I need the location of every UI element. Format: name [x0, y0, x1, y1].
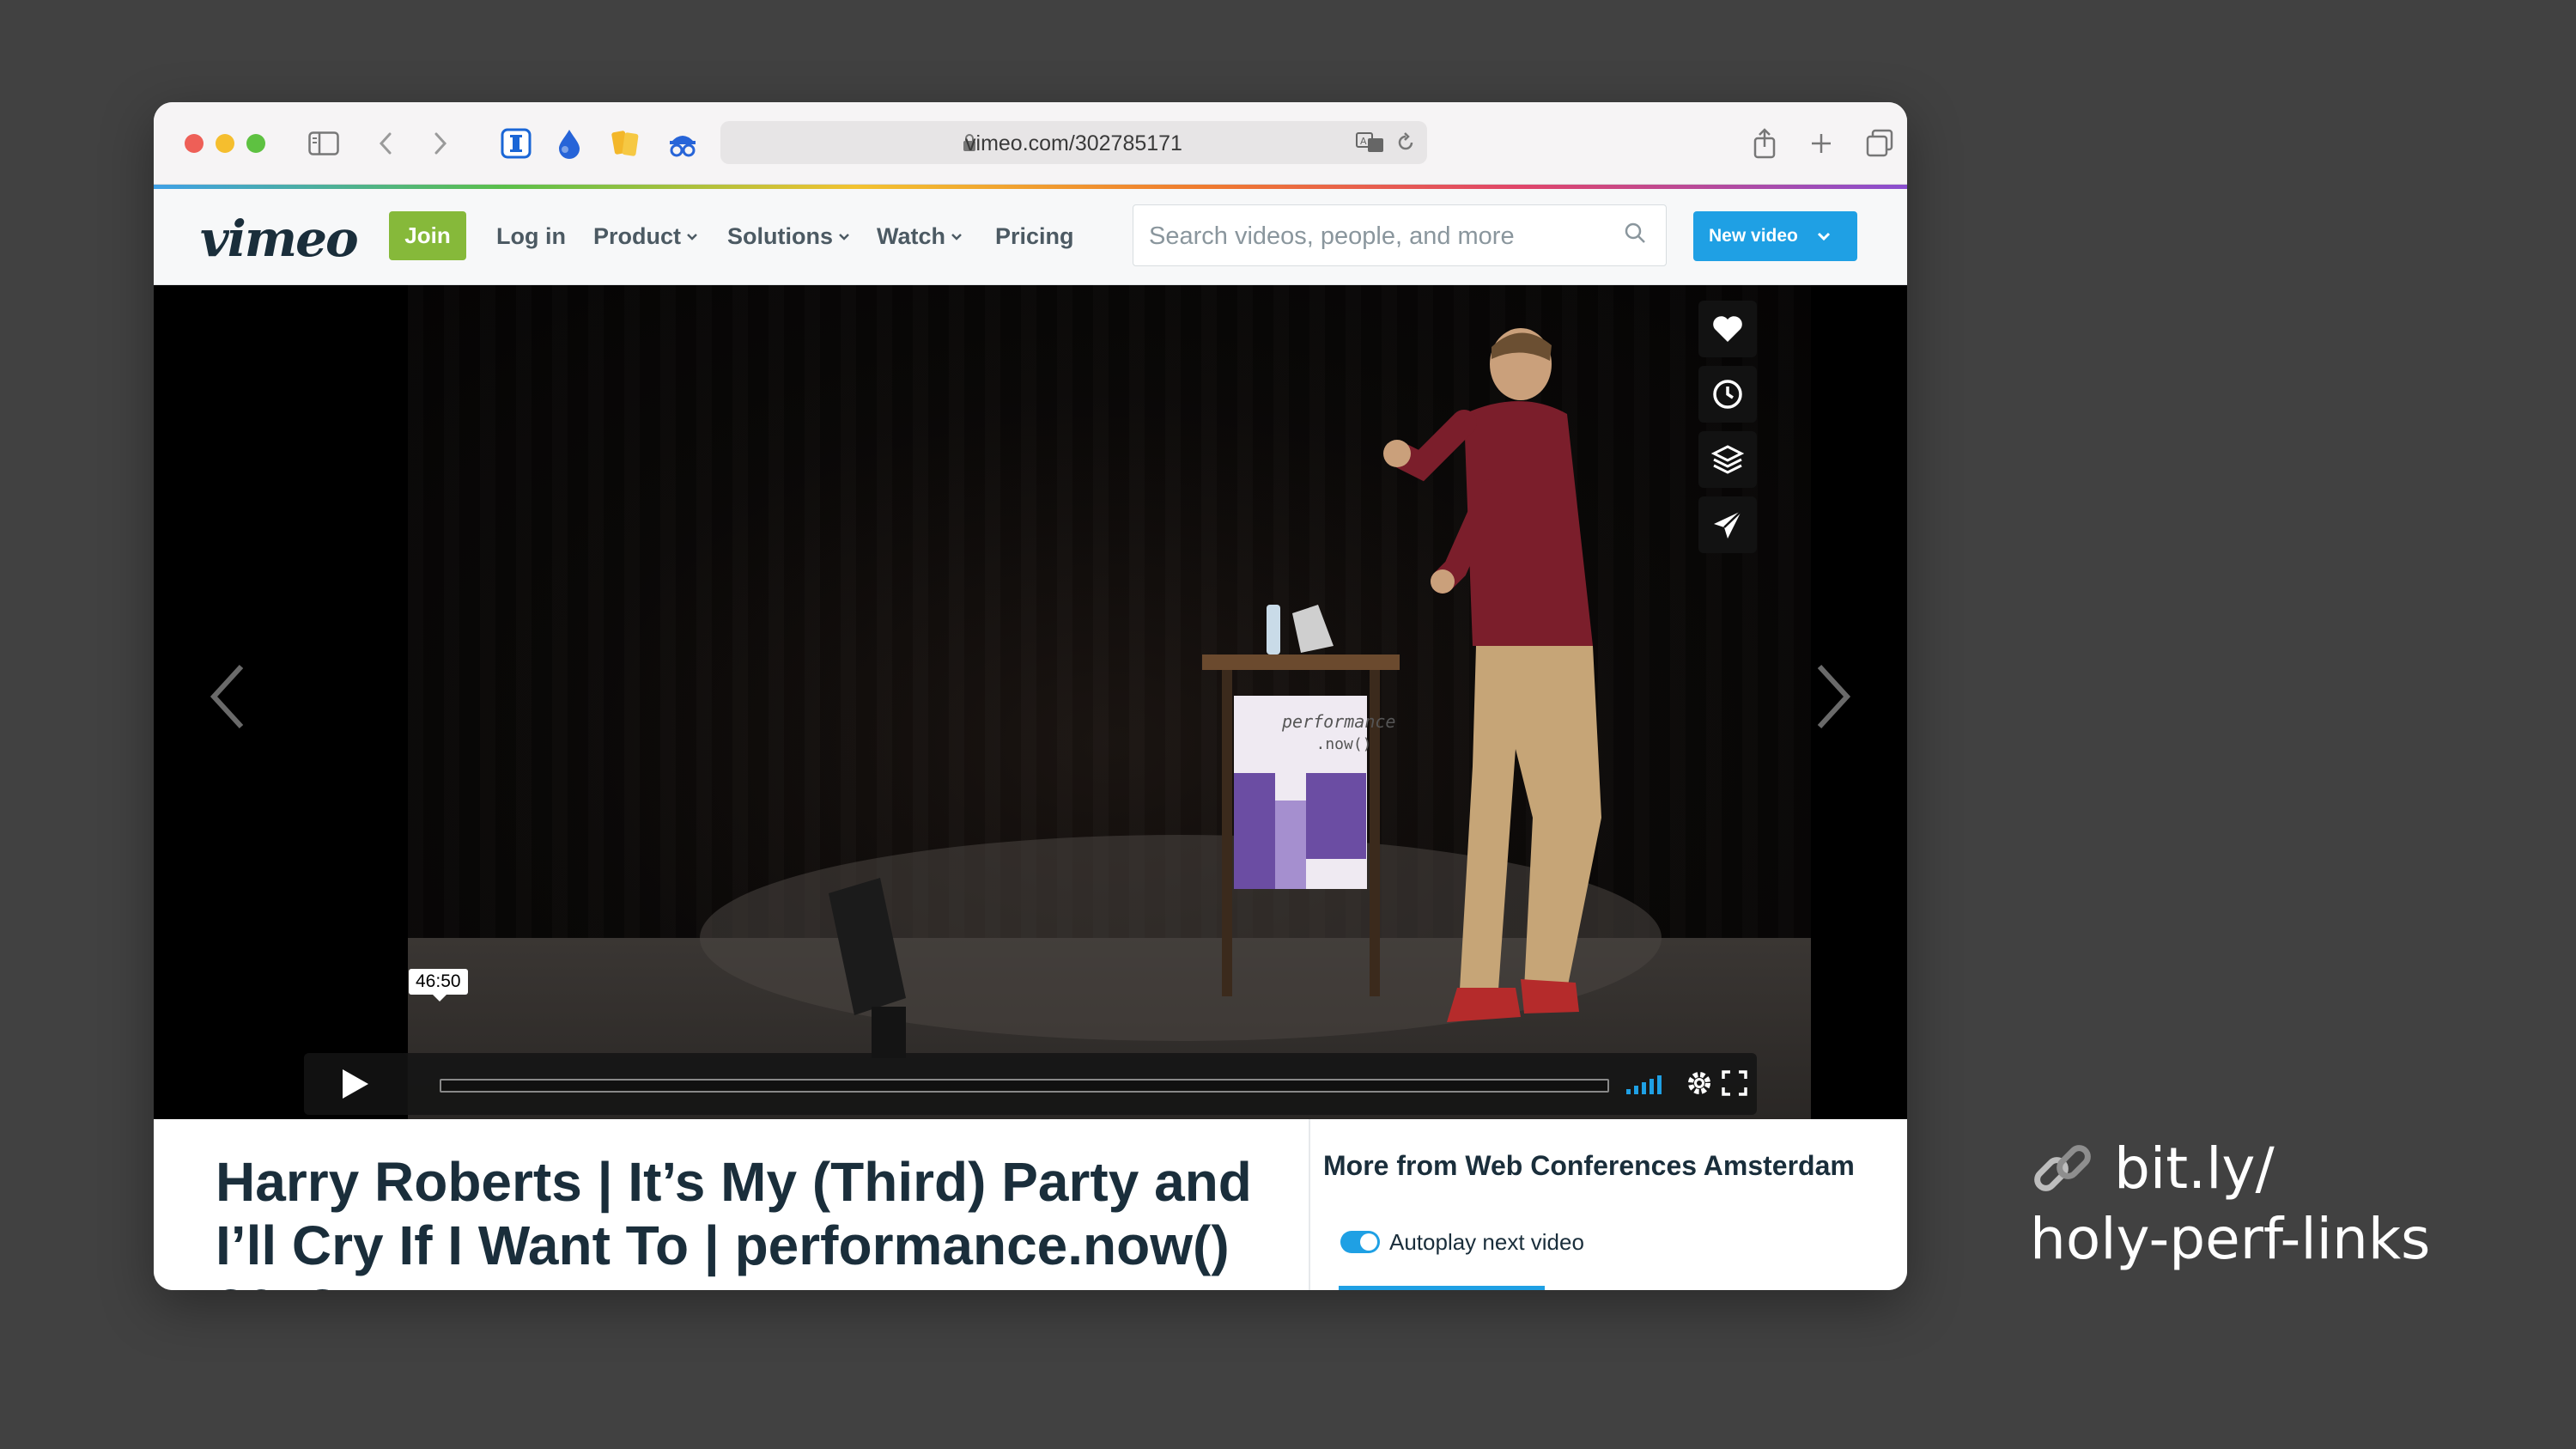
active-item-indicator: [1339, 1286, 1545, 1290]
join-button[interactable]: Join: [389, 211, 466, 260]
search-box: [1133, 204, 1667, 266]
speaker-scene: performance .now(): [700, 328, 1662, 1058]
new-video-button[interactable]: New video: [1693, 211, 1857, 261]
share-paper-plane-icon[interactable]: [1698, 496, 1757, 553]
search-icon[interactable]: [1625, 222, 1647, 245]
more-from-heading[interactable]: More from Web Conferences Amsterdam: [1323, 1147, 1856, 1184]
next-video-arrow-icon[interactable]: [1814, 663, 1852, 730]
quality-bars-icon[interactable]: [1626, 1072, 1666, 1096]
player-controls: [304, 1053, 1757, 1115]
tab-overview-icon[interactable]: [1862, 126, 1897, 161]
nav-log-in-label: Log in: [496, 223, 566, 249]
reload-icon[interactable]: [1395, 132, 1416, 153]
nav-log-in[interactable]: Log in: [496, 223, 566, 250]
like-heart-icon[interactable]: [1698, 301, 1757, 357]
forward-arrow-icon[interactable]: [423, 126, 458, 161]
nav-product[interactable]: Product: [593, 223, 698, 250]
nav-pricing[interactable]: Pricing: [995, 223, 1074, 250]
play-icon: [343, 1069, 368, 1099]
back-arrow-icon[interactable]: [368, 126, 403, 161]
play-button[interactable]: [304, 1053, 407, 1115]
video-title: Harry Roberts | It’s My (Third) Party an…: [216, 1151, 1252, 1290]
share-icon[interactable]: [1747, 126, 1782, 161]
nav-watch-label: Watch: [877, 223, 945, 249]
link-chain-icon: [2034, 1145, 2091, 1191]
podium-text-1: performance: [1281, 711, 1395, 732]
nav-pricing-label: Pricing: [995, 223, 1074, 249]
settings-gear-icon[interactable]: [1685, 1068, 1714, 1098]
zoom-window-button[interactable]: [246, 134, 265, 153]
extension-notes-icon[interactable]: [609, 126, 643, 161]
watch-later-clock-icon[interactable]: [1698, 366, 1757, 423]
sidebar-toggle-icon[interactable]: [307, 126, 341, 161]
minimize-window-button[interactable]: [216, 134, 234, 153]
vimeo-header: vimeo Join Log in Product Solutions Watc…: [154, 189, 1907, 285]
url-text: vimeo.com/302785171: [965, 131, 1182, 155]
search-input[interactable]: [1149, 221, 1613, 252]
browser-toolbar: vimeo.com/302785171 A: [154, 102, 1907, 185]
nav-solutions[interactable]: Solutions: [727, 223, 850, 250]
chevron-down-icon: [839, 233, 849, 240]
svg-text:A: A: [1360, 136, 1367, 147]
panel-divider: [1309, 1119, 1310, 1290]
previous-video-arrow-icon[interactable]: [209, 663, 246, 730]
chevron-down-icon: [951, 233, 962, 240]
nav-solutions-label: Solutions: [727, 223, 833, 249]
video-info-panel: Harry Roberts | It’s My (Third) Party an…: [154, 1119, 1907, 1290]
autoplay-label: Autoplay next video: [1389, 1229, 1584, 1255]
chevron-down-icon: [1817, 232, 1830, 240]
chevron-down-icon: [687, 233, 697, 240]
nav-product-label: Product: [593, 223, 682, 249]
vimeo-logo[interactable]: vimeo: [200, 210, 359, 268]
extension-spy-icon[interactable]: [665, 126, 700, 161]
nav-watch[interactable]: Watch: [877, 223, 963, 250]
extension-drop-icon[interactable]: [552, 126, 586, 161]
link-caption: bit.ly/ holy-perf-links: [2030, 1134, 2545, 1275]
translate-icon[interactable]: A: [1356, 132, 1385, 153]
collections-layers-icon[interactable]: [1698, 431, 1757, 488]
address-bar[interactable]: vimeo.com/302785171 A: [720, 121, 1427, 164]
autoplay-toggle[interactable]: [1340, 1231, 1380, 1253]
video-side-actions: [1698, 301, 1757, 562]
fullscreen-icon[interactable]: [1722, 1070, 1747, 1096]
hover-time-tooltip: 46:50: [409, 969, 468, 1002]
new-video-label: New video: [1709, 226, 1798, 246]
new-tab-plus-icon[interactable]: [1804, 126, 1838, 161]
toggle-knob: [1360, 1233, 1377, 1251]
video-player[interactable]: performance .now() 46:50: [154, 285, 1907, 1119]
video-frame: performance .now(): [408, 285, 1811, 1119]
close-window-button[interactable]: [185, 134, 204, 153]
browser-window: vimeo.com/302785171 A vimeo Join Log in …: [154, 102, 1907, 1290]
link-caption-line1: bit.ly/: [2114, 1135, 2275, 1202]
extension-1password-icon[interactable]: [499, 126, 533, 161]
progress-bar[interactable]: [440, 1079, 1609, 1093]
link-caption-line2: holy-perf-links: [2030, 1206, 2431, 1272]
podium-text-2: .now(): [1315, 735, 1371, 753]
